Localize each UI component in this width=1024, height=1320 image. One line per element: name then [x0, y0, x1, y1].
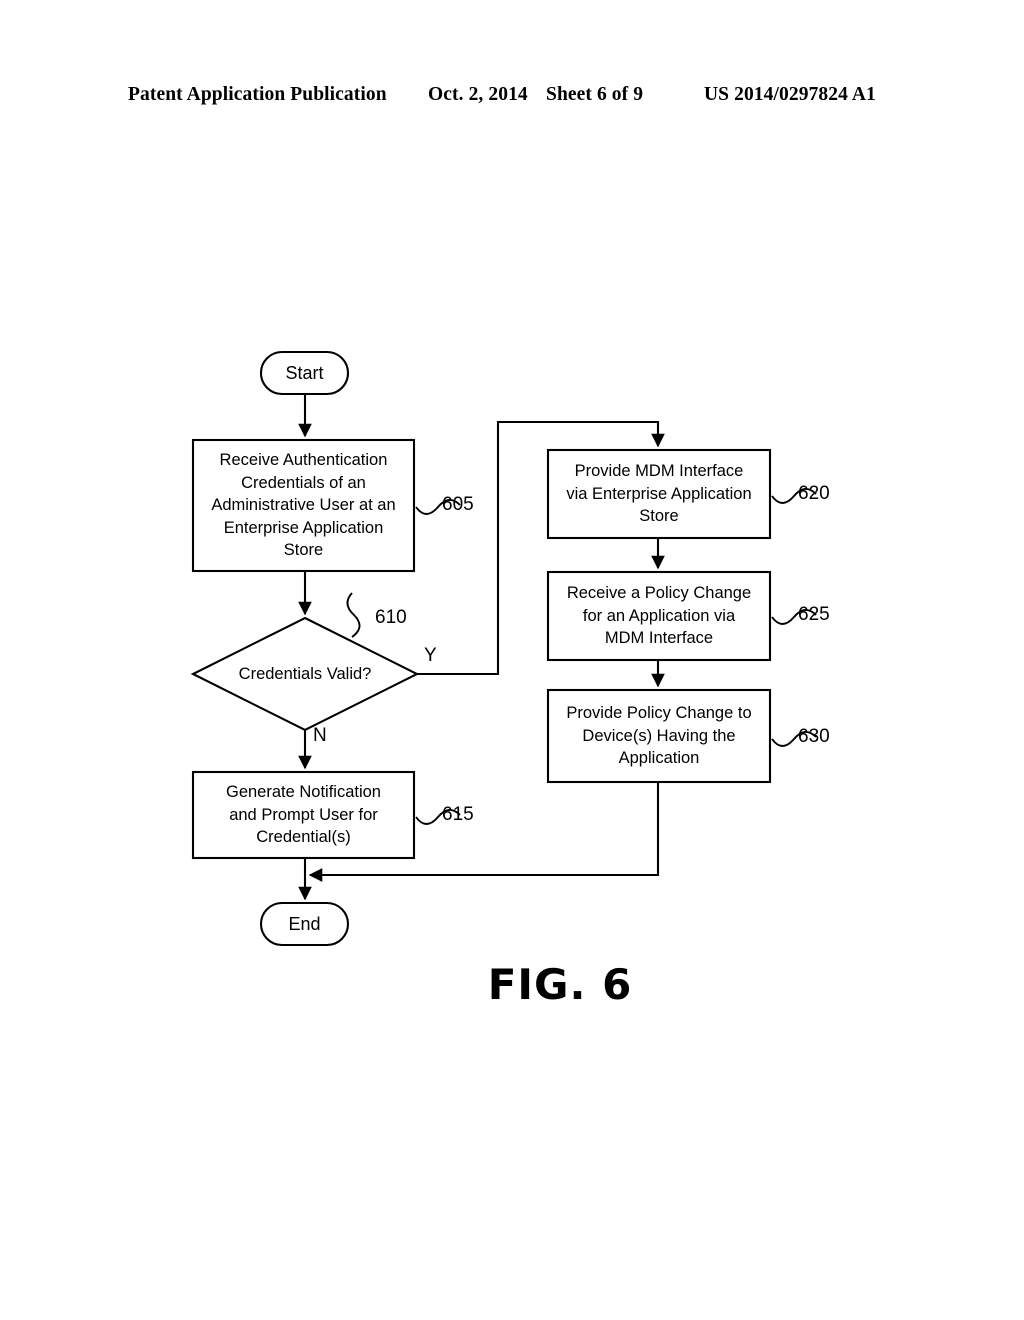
figure-caption: FIG. 6	[0, 960, 1024, 1009]
branch-label-yes: Y	[424, 645, 437, 666]
ref-numeral-605: 605	[442, 494, 474, 515]
ref-numeral-620: 620	[798, 483, 830, 504]
flowchart-svg	[190, 350, 817, 947]
node-label-step-625: Receive a Policy Change for an Applicati…	[566, 584, 752, 648]
flowchart-figure: Start Receive Authentication Credentials…	[0, 0, 1024, 1320]
node-label-start: Start	[285, 362, 324, 383]
node-label-decision-610: Credentials Valid?	[238, 664, 372, 683]
ref-numeral-610: 610	[375, 607, 407, 628]
figure-caption-text: FIG. 6	[487, 960, 633, 1009]
ref-numeral-625: 625	[798, 604, 830, 625]
branch-label-no: N	[313, 725, 327, 746]
ref-numeral-630: 630	[798, 726, 830, 747]
node-label-step-620: Provide MDM Interface via Enterprise App…	[566, 462, 752, 526]
node-label-step-630: Provide Policy Change to Device(s) Havin…	[566, 704, 752, 768]
leader-610	[346, 592, 361, 638]
node-label-step-615: Generate Notification and Prompt User fo…	[225, 783, 381, 847]
ref-numeral-615: 615	[442, 804, 474, 825]
node-label-step-605: Receive Authentication Credentials of an…	[211, 451, 396, 560]
node-label-end: End	[288, 913, 321, 934]
